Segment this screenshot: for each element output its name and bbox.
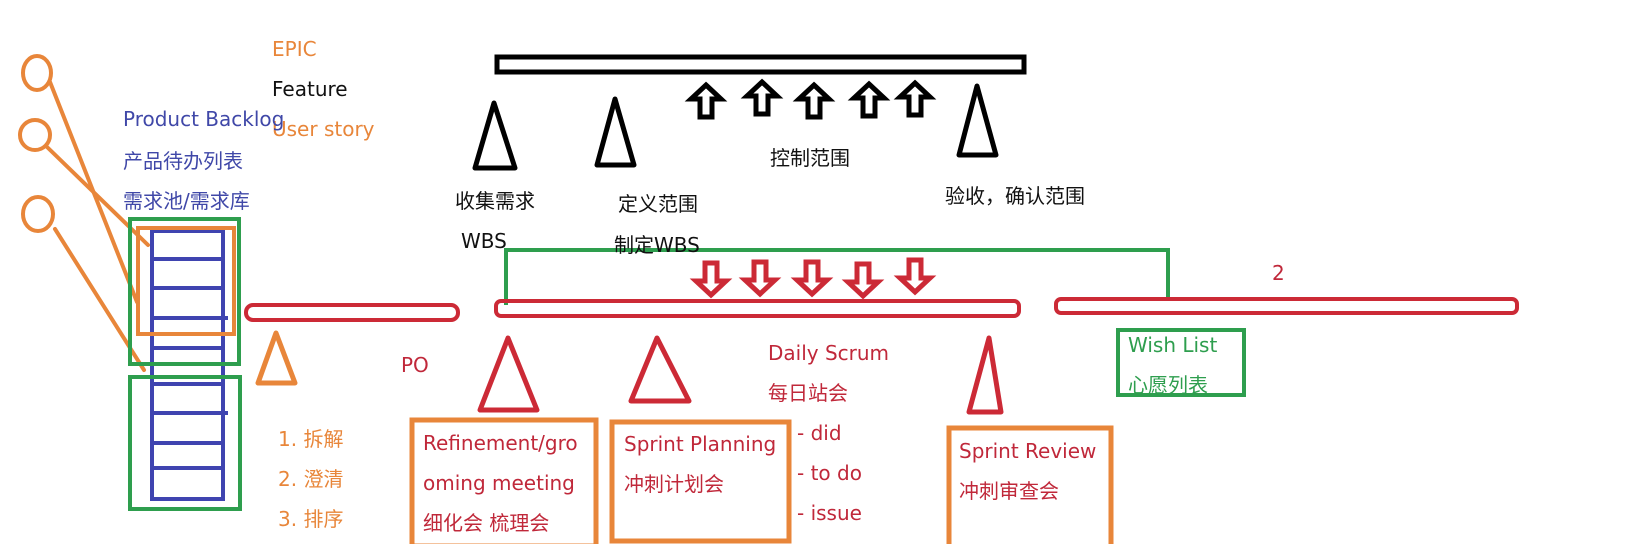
daily-scrum-title-en: Daily Scrum [768,341,890,365]
refinement-step-1: 1. 拆解 [278,427,344,451]
up-arrows [684,78,937,120]
scope-black-bar [494,54,1027,75]
po-red-bar [244,303,460,322]
daily-item-todo: - to do [797,461,862,485]
review-line-2: 冲刺审查会 [959,479,1059,503]
pin-circle-1 [21,54,53,92]
feature-label: Feature [272,77,348,101]
refinement-line-2: oming meeting [423,471,575,495]
po-label: PO [401,353,429,377]
down-arrow-icon-5 [893,257,937,296]
define-triangle-icon [594,96,637,168]
pin-circle-3 [21,195,55,233]
sprint-number-label: 2 [1272,261,1285,285]
po-triangle-icon [255,330,298,386]
down-arrows [689,257,937,300]
validate-scope-label: 验收，确认范围 [945,184,1085,208]
refinement-step-3: 3. 排序 [278,507,344,531]
refinement-step-2: 2. 澄清 [278,467,344,491]
up-arrow-icon-3 [792,81,836,120]
up-arrow-icon-4 [847,80,891,119]
planning-line-2: 冲刺计划会 [624,472,724,496]
validate-triangle-icon [956,83,999,158]
down-arrow-icon-4 [841,261,885,300]
sprint-1-red-bar [494,299,1021,318]
planning-line-1: Sprint Planning [624,432,777,456]
down-arrow-icon-3 [790,259,834,298]
planning-triangle-icon [628,335,692,404]
wish-list-title-cn: 心愿列表 [1128,374,1208,394]
up-arrow-icon-2 [740,78,784,117]
down-arrow-icon-1 [689,260,733,299]
backlog-alias: 需求池/需求库 [123,189,250,213]
create-wbs-label: 制定WBS [614,233,700,257]
collect-triangle-icon [472,100,518,171]
daily-item-did: - did [797,421,842,445]
sprint-2-red-bar [1054,297,1519,315]
wish-list-title-en: Wish List [1128,334,1218,356]
green-sprint-bracket [504,248,1170,305]
up-arrow-icon-5 [893,79,937,118]
backlog-title-en: Product Backlog [123,107,285,131]
daily-scrum-title-cn: 每日站会 [768,381,848,405]
review-line-1: Sprint Review [959,439,1097,463]
collect-wbs-label: WBS [461,229,507,253]
review-triangle-icon [966,335,1004,415]
daily-item-issue: - issue [797,501,862,525]
refinement-line-3: 细化会 梳理会 [423,511,550,535]
epic-label: EPIC [272,37,317,61]
refinement-triangle-icon [477,335,540,413]
define-scope-label: 定义范围 [618,192,698,216]
up-arrow-icon-1 [684,81,728,120]
down-arrow-icon-2 [738,259,782,298]
collect-requirements-label: 收集需求 [455,189,535,213]
control-scope-label: 控制范围 [770,146,850,170]
refinement-line-1: Refinement/gro [423,431,578,455]
user-story-label: User story [272,117,375,141]
backlog-title-cn: 产品待办列表 [123,149,243,173]
